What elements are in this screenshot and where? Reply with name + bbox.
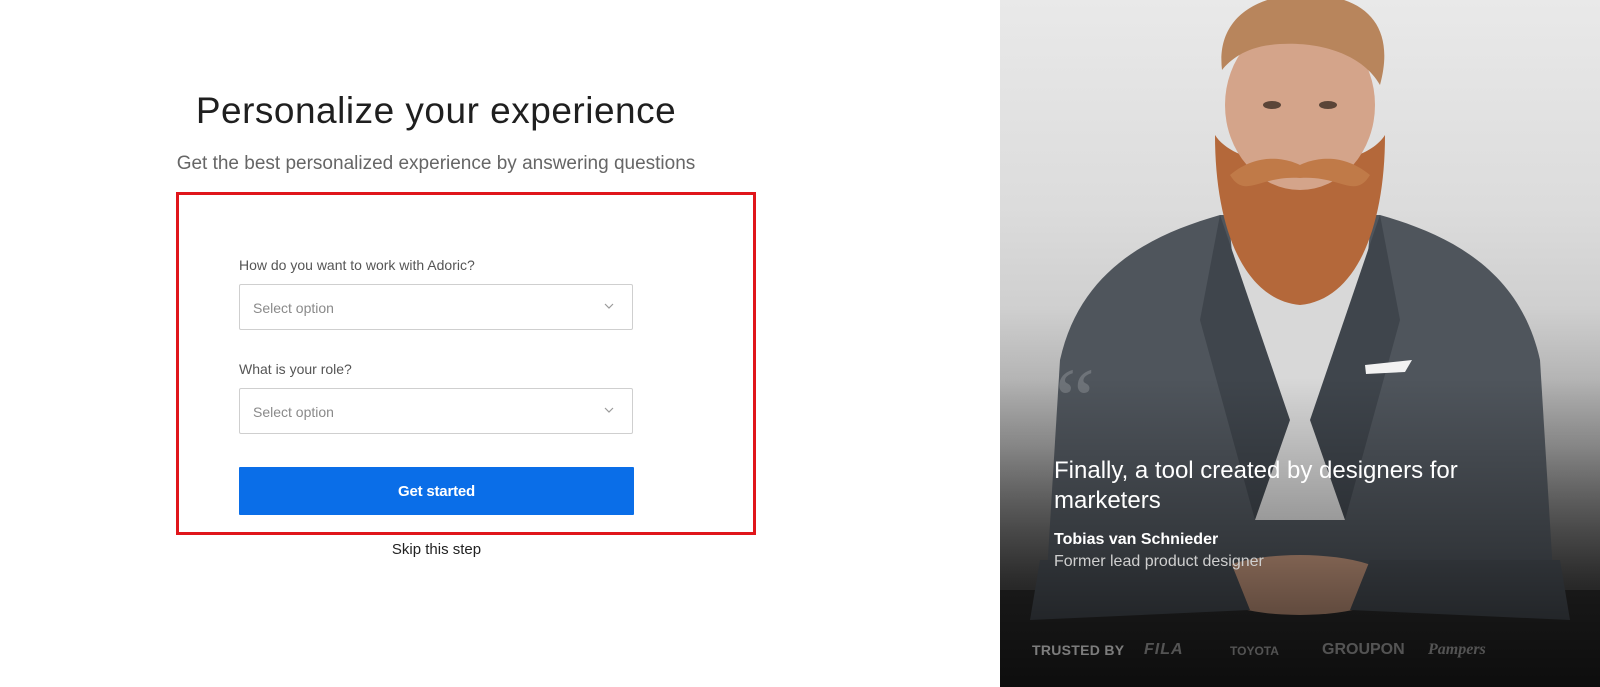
chevron-down-icon [604,407,614,413]
role-placeholder: Select option [253,404,334,420]
role-label: What is your role? [239,361,352,377]
logo-pampers: Pampers [1428,641,1486,658]
skip-step-link[interactable]: Skip this step [239,541,634,558]
logo-groupon: GROUPON [1322,641,1405,658]
work-with-label: How do you want to work with Adoric? [239,257,475,273]
page-subtitle: Get the best personalized experience by … [176,153,696,174]
trusted-by-label: TRUSTED BY [1032,642,1125,658]
onboarding-panel: Personalize your experience Get the best… [0,0,1000,687]
get-started-button[interactable]: Get started [239,467,634,515]
testimonial-author: Tobias van Schnieder [1054,531,1219,548]
chevron-down-icon [604,303,614,309]
page-title: Personalize your experience [195,90,677,131]
testimonial-author-role: Former lead product designer [1054,553,1264,570]
testimonial-panel: “ Finally, a tool created by designers f… [1000,0,1600,687]
logo-toyota: TOYOTA [1230,644,1279,658]
testimonial-photo: “ [1000,0,1600,687]
role-select[interactable]: Select option [239,388,633,434]
testimonial-quote: Finally, a tool created by designers for… [1054,457,1458,514]
logo-fila: FILA [1144,641,1184,658]
work-with-select[interactable]: Select option [239,284,633,330]
work-with-placeholder: Select option [253,300,334,316]
